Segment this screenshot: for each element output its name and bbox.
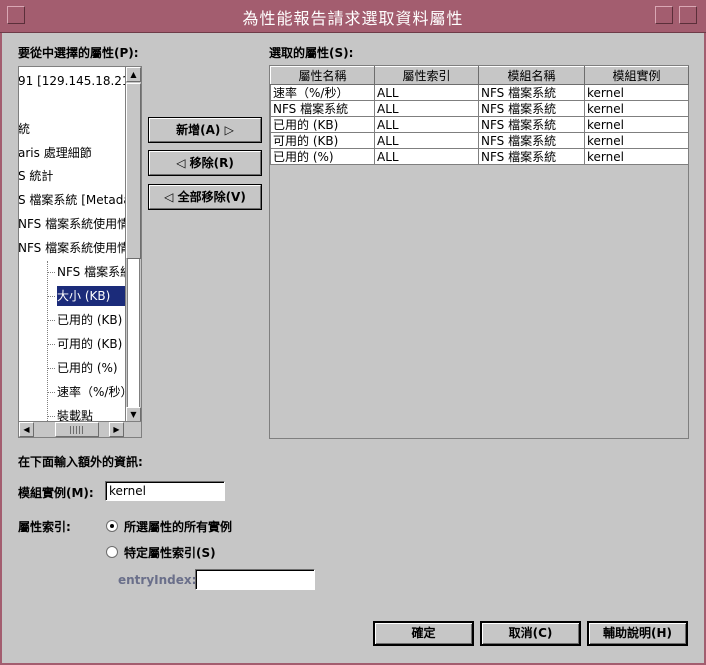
- tree-item[interactable]: NFS 檔案系統: [57, 262, 132, 282]
- tree-item[interactable]: 統: [19, 119, 30, 139]
- scroll-right-button[interactable]: ▶: [109, 422, 124, 437]
- entry-index-field[interactable]: [195, 569, 315, 590]
- table-cell: NFS 檔案系統: [270, 100, 375, 117]
- tree-branch-line: [47, 296, 55, 297]
- radio-selected-dot-icon: [110, 524, 114, 528]
- scroll-down-button[interactable]: ▼: [126, 407, 141, 422]
- column-header[interactable]: 模組實例: [584, 66, 689, 85]
- table-cell: ALL: [374, 132, 479, 149]
- table-cell: 已用的 (KB): [270, 116, 375, 133]
- table-cell: ALL: [374, 116, 479, 133]
- specific-index-radio[interactable]: [106, 546, 118, 558]
- tree-item[interactable]: S 檔案系統 [Metadat: [19, 190, 135, 210]
- tree-item[interactable]: 速率（%/秒）: [57, 382, 132, 402]
- all-instances-radio[interactable]: [106, 520, 118, 532]
- tree-branch-line: [47, 416, 55, 417]
- table-cell: kernel: [584, 100, 689, 117]
- table-cell: kernel: [584, 132, 689, 149]
- table-cell: NFS 檔案系統: [478, 148, 585, 165]
- available-attributes-label: 要從中選擇的屬性(P):: [18, 46, 139, 60]
- table-row[interactable]: 可用的 (KB) ALL NFS 檔案系統 kernel: [270, 132, 689, 149]
- all-instances-label[interactable]: 所選屬性的所有實例: [124, 518, 232, 535]
- table-row[interactable]: 已用的 (KB) ALL NFS 檔案系統 kernel: [270, 116, 689, 133]
- table-cell: ALL: [374, 148, 479, 165]
- table-cell: NFS 檔案系統: [478, 100, 585, 117]
- table-cell: kernel: [584, 148, 689, 165]
- tree-branch-line: [47, 392, 55, 393]
- entry-index-label: entryIndex:: [118, 573, 197, 587]
- table-cell: 可用的 (KB): [270, 132, 375, 149]
- scroll-track[interactable]: [127, 259, 140, 407]
- tree-item[interactable]: NFS 檔案系統使用情: [19, 238, 129, 258]
- window-titlebar[interactable]: 為性能報告請求選取資料屬性: [0, 0, 706, 33]
- extra-info-heading: 在下面輸入額外的資訊:: [18, 455, 143, 469]
- remove-button[interactable]: ◁ 移除(R): [148, 150, 262, 176]
- tree-branch-line: [47, 272, 55, 273]
- tree-item[interactable]: 大小 (KB): [57, 286, 125, 306]
- table-cell: NFS 檔案系統: [478, 116, 585, 133]
- column-header[interactable]: 屬性索引: [374, 66, 479, 85]
- remove-all-button[interactable]: ◁ 全部移除(V): [148, 184, 262, 210]
- table-cell: kernel: [584, 84, 689, 101]
- selected-attributes-label: 選取的屬性(S):: [269, 46, 354, 60]
- attribute-index-label: 屬性索引:: [18, 520, 71, 534]
- module-instance-label: 模組實例(M):: [18, 486, 94, 500]
- cancel-button[interactable]: 取消(C): [480, 621, 581, 646]
- tree-item[interactable]: S 統計: [19, 166, 53, 186]
- tree-branch-line: [47, 344, 55, 345]
- scroll-left-button[interactable]: ◀: [19, 422, 34, 437]
- tree-item[interactable]: 已用的 (KB): [57, 310, 122, 330]
- table-row[interactable]: 已用的 (%) ALL NFS 檔案系統 kernel: [270, 148, 689, 165]
- table-cell: ALL: [374, 84, 479, 101]
- hscroll-thumb[interactable]: [55, 422, 99, 437]
- column-header[interactable]: 模組名稱: [478, 66, 585, 85]
- scroll-thumb[interactable]: [126, 83, 141, 259]
- selected-attributes-table[interactable]: 屬性名稱 屬性索引 模組名稱 模組實例 速率（%/秒） ALL NFS 檔案系統 kerne…: [269, 65, 689, 439]
- table-cell: NFS 檔案系統: [478, 132, 585, 149]
- column-header[interactable]: 屬性名稱: [270, 66, 375, 85]
- table-cell: kernel: [584, 116, 689, 133]
- tree-item[interactable]: 可用的 (KB): [57, 334, 122, 354]
- grip-icon: [70, 426, 84, 434]
- tree-item[interactable]: 已用的 (%): [57, 358, 118, 378]
- minimize-button[interactable]: [655, 6, 673, 24]
- help-button[interactable]: 輔助說明(H): [587, 621, 688, 646]
- tree-item[interactable]: NFS 檔案系統使用情: [19, 214, 129, 234]
- tree-branch-line: [47, 368, 55, 369]
- tree-item[interactable]: aris 處理細節: [19, 143, 92, 163]
- table-cell: 已用的 (%): [270, 148, 375, 165]
- window-title: 為性能報告請求選取資料屬性: [242, 9, 464, 28]
- table-cell: 速率（%/秒）: [270, 84, 375, 101]
- specific-index-label[interactable]: 特定屬性索引(S): [124, 544, 216, 561]
- tree-branch-line: [47, 320, 55, 321]
- ok-button[interactable]: 確定: [373, 621, 474, 646]
- table-cell: ALL: [374, 100, 479, 117]
- tree-horizontal-scrollbar[interactable]: ◀ ▶: [19, 421, 141, 437]
- scroll-up-button[interactable]: ▲: [126, 67, 141, 82]
- tree-item[interactable]: 91 [129.145.18.211]: [19, 71, 141, 91]
- attribute-tree[interactable]: 91 [129.145.18.211] 統 aris 處理細節 S 統計 S 檔案系統 …: [18, 66, 142, 438]
- table-cell: NFS 檔案系統: [478, 84, 585, 101]
- module-instance-field[interactable]: kernel: [105, 481, 225, 501]
- table-row[interactable]: 速率（%/秒） ALL NFS 檔案系統 kernel: [270, 84, 689, 101]
- maximize-button[interactable]: [679, 6, 697, 24]
- tree-guide-line: [47, 261, 48, 423]
- tree-vertical-scrollbar[interactable]: ▲ ▼: [125, 67, 141, 423]
- table-row[interactable]: NFS 檔案系統 ALL NFS 檔案系統 kernel: [270, 100, 689, 117]
- add-button[interactable]: 新增(A) ▷: [148, 117, 262, 143]
